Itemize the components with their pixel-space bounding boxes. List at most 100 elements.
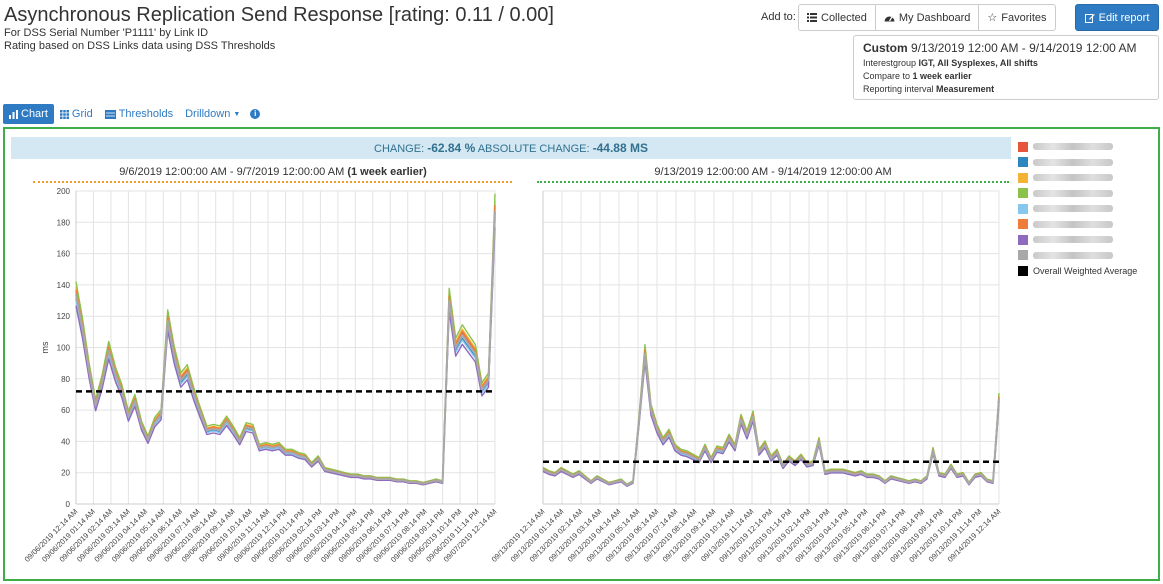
y-tick-label: 0 (66, 500, 71, 509)
tab-drilldown[interactable]: Drilldown ▼ (179, 104, 246, 124)
interestgroup-line: Interestgroup IGT, All Sysplexes, All sh… (863, 58, 1149, 68)
legend-item[interactable] (1018, 201, 1158, 217)
legend-item[interactable] (1018, 217, 1158, 233)
legend-label-redacted (1033, 220, 1113, 228)
date-range: Custom 9/13/2019 12:00 AM - 9/14/2019 12… (863, 41, 1149, 55)
edit-report-label: Edit report (1098, 11, 1150, 24)
legend-item[interactable] (1018, 170, 1158, 186)
y-tick-label: 80 (61, 375, 70, 384)
legend-label: Overall Weighted Average (1033, 265, 1138, 276)
legend-swatch (1018, 141, 1028, 152)
edit-report-button[interactable]: Edit report (1075, 4, 1159, 31)
add-to-button-group: Collected My Dashboard ☆ Favorites (798, 4, 1056, 31)
legend-label-redacted (1033, 189, 1113, 197)
legend-label-redacted (1033, 236, 1113, 244)
view-tabs: Chart Grid Thresholds Drilldown ▼ i (3, 104, 261, 124)
info-icon[interactable]: i (250, 109, 261, 119)
legend-swatch (1018, 157, 1028, 168)
legend-swatch (1018, 188, 1028, 199)
favorites-button[interactable]: ☆ Favorites (978, 4, 1056, 31)
tab-chart[interactable]: Chart (3, 104, 54, 124)
list-icon (807, 13, 817, 22)
collected-label: Collected (821, 11, 867, 24)
report-subtitle-serial: For DSS Serial Number 'P1111' by Link ID (4, 27, 209, 39)
caret-down-icon: ▼ (233, 110, 241, 118)
tab-thresholds-label: Thresholds (118, 108, 174, 120)
interestgroup-label: Interestgroup (863, 58, 919, 68)
legend-swatch (1018, 219, 1028, 230)
legend-swatch (1018, 250, 1028, 261)
y-tick-label: 100 (57, 344, 71, 353)
compare-line: Compare to 1 week earlier (863, 71, 1149, 81)
interval-value: Measurement (936, 84, 995, 94)
legend-label-redacted (1033, 143, 1113, 151)
change-label: CHANGE: (374, 143, 425, 155)
dashboard-icon (884, 16, 895, 21)
left-chart-suffix: (1 week earlier) (347, 166, 427, 178)
left-chart-title: 9/6/2019 12:00:00 AM - 9/7/2019 12:00:00… (33, 166, 513, 178)
compare-label: Compare to (863, 71, 913, 81)
legend-item[interactable] (1018, 139, 1158, 155)
legend-item[interactable] (1018, 232, 1158, 248)
y-tick-label: 140 (57, 281, 71, 290)
legend-label-redacted (1033, 251, 1113, 259)
legend-label-redacted (1033, 158, 1113, 166)
right-line-chart: 09/13/2019 12:14 AM09/13/2019 01:14 AM09… (490, 190, 1002, 564)
report-title: Asynchronous Replication Send Response [… (4, 4, 554, 26)
legend-label-redacted (1033, 205, 1113, 213)
tab-chart-label: Chart (21, 108, 48, 120)
bar-chart-icon (9, 109, 18, 119)
legend-item[interactable] (1018, 155, 1158, 171)
absolute-change-value: -44.88 MS (592, 141, 648, 155)
tab-grid[interactable]: Grid (54, 104, 99, 124)
thresholds-icon (104, 109, 116, 119)
y-tick-label: 160 (57, 250, 71, 259)
my-dashboard-label: My Dashboard (898, 11, 971, 24)
grid (75, 190, 496, 505)
range-type: Custom (863, 41, 908, 55)
legend-swatch (1018, 234, 1028, 245)
add-to-label: Add to: (761, 11, 796, 23)
interval-label: Reporting interval (863, 84, 937, 94)
interestgroup-value: IGT, All Sysplexes, All shifts (918, 58, 1038, 68)
left-line-chart: 02040608010012014016018020009/06/2019 12… (23, 187, 499, 564)
right-chart-rule (537, 181, 1009, 183)
tab-drilldown-label: Drilldown (185, 108, 231, 120)
left-chart-range: 9/6/2019 12:00:00 AM - 9/7/2019 12:00:00… (119, 166, 345, 178)
favorites-label: Favorites (1001, 11, 1047, 24)
star-icon: ☆ (987, 12, 998, 24)
legend-swatch (1018, 172, 1028, 183)
y-tick-label: 60 (61, 406, 70, 415)
legend-label-redacted (1033, 174, 1113, 182)
grid-icon (59, 109, 69, 119)
chart-legend: Overall Weighted Average (1018, 139, 1158, 279)
edit-icon (1084, 13, 1095, 23)
y-tick-label: 200 (57, 187, 71, 196)
legend-item[interactable]: Overall Weighted Average (1018, 263, 1158, 279)
y-tick-label: 20 (61, 469, 70, 478)
right-chart-title: 9/13/2019 12:00:00 AM - 9/14/2019 12:00:… (537, 166, 1009, 178)
report-info-box: Custom 9/13/2019 12:00 AM - 9/14/2019 12… (853, 35, 1159, 100)
absolute-change-label: ABSOLUTE CHANGE: (477, 143, 590, 155)
legend-swatch (1018, 203, 1028, 214)
y-axis-label: ms (40, 341, 50, 353)
y-tick-label: 180 (57, 218, 71, 227)
report-subtitle-rating: Rating based on DSS Links data using DSS… (4, 40, 276, 52)
tab-thresholds[interactable]: Thresholds (99, 104, 179, 124)
y-tick-label: 120 (57, 312, 71, 321)
chart-container: CHANGE: -62.84 % ABSOLUTE CHANGE: -44.88… (3, 127, 1160, 581)
compare-value: 1 week earlier (912, 71, 972, 81)
change-value: -62.84 % (427, 141, 476, 155)
y-tick-label: 40 (61, 437, 70, 446)
collected-button[interactable]: Collected (798, 4, 876, 31)
tab-grid-label: Grid (71, 108, 93, 120)
my-dashboard-button[interactable]: My Dashboard (874, 4, 980, 31)
interval-line: Reporting interval Measurement (863, 84, 1149, 94)
legend-swatch (1018, 265, 1028, 276)
right-chart-range: 9/13/2019 12:00:00 AM - 9/14/2019 12:00:… (654, 166, 892, 178)
legend-item[interactable] (1018, 186, 1158, 202)
range-value: 9/13/2019 12:00 AM - 9/14/2019 12:00 AM (911, 41, 1137, 55)
legend-item[interactable] (1018, 248, 1158, 264)
left-chart-rule (33, 181, 512, 183)
change-summary-bar: CHANGE: -62.84 % ABSOLUTE CHANGE: -44.88… (11, 137, 1011, 159)
